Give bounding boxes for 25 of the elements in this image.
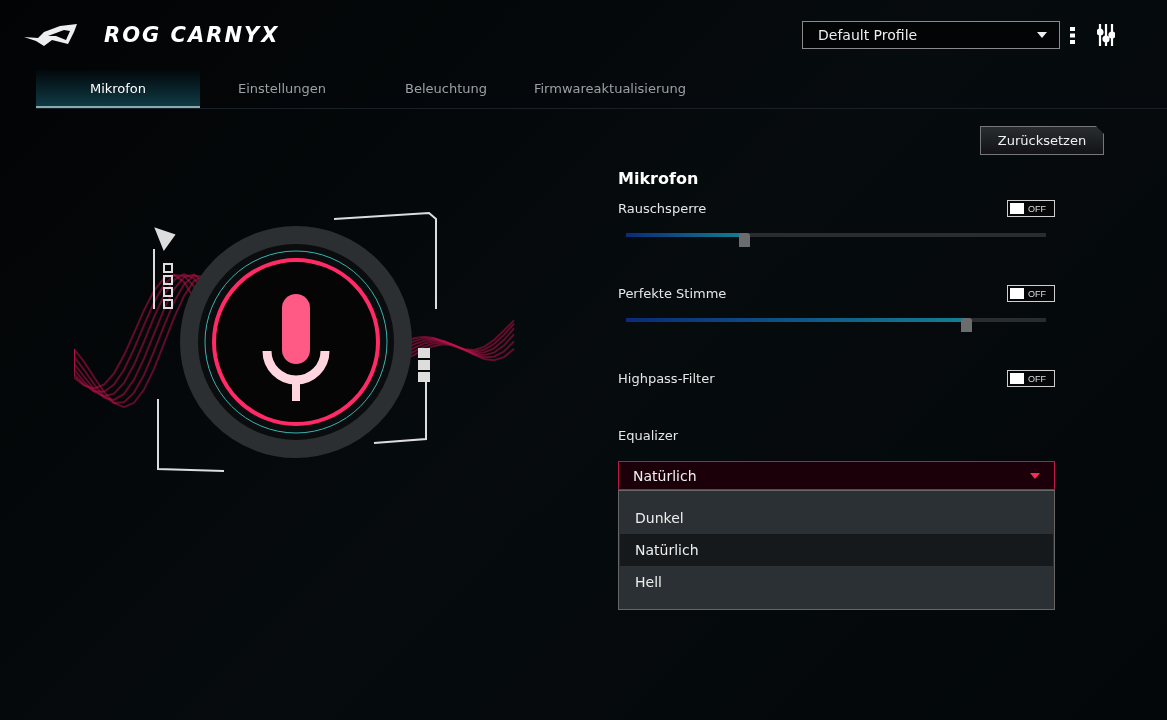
profile-dropdown[interactable]: Default Profile <box>802 21 1060 49</box>
tab[interactable]: Firmwareaktualisierung <box>528 70 692 108</box>
section-title: Mikrofon <box>618 169 700 188</box>
toggle-switch[interactable]: OFF <box>1007 370 1055 387</box>
caret-icon <box>1037 32 1047 38</box>
dropdown-option[interactable]: Hell <box>620 566 1053 598</box>
tab[interactable]: Beleuchtung <box>364 70 528 108</box>
setting-label: Perfekte Stimme <box>618 286 727 301</box>
caret-icon <box>1030 472 1040 479</box>
slider-thumb[interactable] <box>961 318 973 332</box>
setting-label: Highpass-Filter <box>618 371 715 386</box>
more-icon[interactable] <box>1070 26 1075 44</box>
toggle-switch[interactable]: OFF <box>1007 285 1055 302</box>
slider-thumb[interactable] <box>738 233 750 247</box>
equalizer-dropdown[interactable]: Natürlich <box>618 461 1055 490</box>
equalizer-label: Equalizer <box>618 428 680 443</box>
app-title: ROG CARNYX <box>104 23 280 47</box>
setting-label: Rauschsperre <box>618 201 707 216</box>
dropdown-option[interactable]: Natürlich <box>620 534 1053 566</box>
tab[interactable]: Einstellungen <box>200 70 364 108</box>
reset-button[interactable]: Zurücksetzen <box>980 126 1104 155</box>
equalizer-settings-icon[interactable] <box>1097 23 1115 47</box>
toggle-switch[interactable]: OFF <box>1007 200 1055 217</box>
tab[interactable]: Mikrofon <box>36 70 200 108</box>
dropdown-option[interactable]: Dunkel <box>620 502 1053 534</box>
